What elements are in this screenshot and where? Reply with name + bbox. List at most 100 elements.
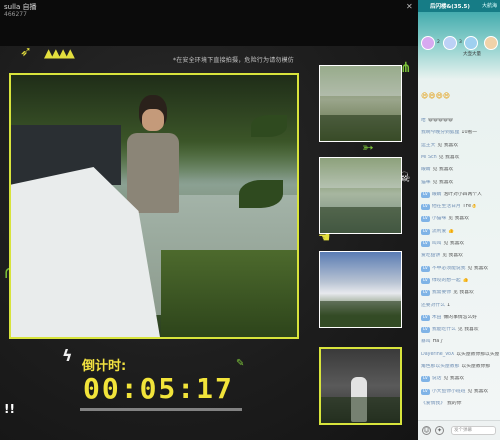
chat-username[interactable]: 叫叫: [432, 241, 442, 246]
chat-message: LV 木田 做的事情怎么好: [421, 314, 499, 321]
gift-icon[interactable]: ✦: [435, 426, 444, 435]
chat-username[interactable]: Ml Sch: [421, 155, 437, 160]
emoji-icon[interactable]: ☺: [422, 426, 431, 435]
chat-username[interactable]: 我啊今晚分到狐狸: [421, 130, 459, 135]
chat-text: TFe👌: [462, 204, 478, 210]
chat-message: LV 我能吃什么见 我喜欢: [421, 327, 499, 334]
thumbnail-feed-1[interactable]: [319, 65, 402, 142]
chat-text: 泡叶对小四两个人: [443, 191, 482, 197]
chat-text: 见 我喜欢: [467, 265, 489, 271]
chat-text: 见 我喜欢: [443, 241, 465, 246]
chat-username[interactable]: 我需要你: [432, 290, 451, 295]
arrow-green-icon: ➳: [362, 140, 374, 156]
danmaku-input[interactable]: 发个弹幕: [451, 426, 496, 435]
chat-panel: 后闪楼&(35.5) 大航海 2 3 大壶大量 😄😄😄😄 哈 😄😄😄😄😄 我啊今晚分…: [418, 0, 500, 440]
top-strip: [0, 0, 418, 46]
lightning-small-icon: ϟ: [62, 346, 73, 365]
chat-username[interactable]: 小猫咪: [432, 216, 446, 221]
chat-text: 见 我喜欢: [453, 290, 474, 296]
room-id: 466277: [4, 11, 27, 18]
countdown-underline: [80, 408, 242, 411]
thumbnail-feed-4[interactable]: [319, 347, 402, 425]
chat-message: 我啊今晚分到狐狸 10看一: [421, 130, 499, 136]
level-badge: LV: [421, 204, 430, 211]
thumbnail-feed-2[interactable]: [319, 157, 402, 234]
chat-username[interactable]: 还要对什么: [421, 303, 445, 308]
level-badge: LV: [421, 277, 430, 284]
chat-text: Ha了: [432, 339, 444, 345]
chat-username[interactable]: 运王大: [421, 143, 435, 148]
chat-text: 以头屋教你那: [461, 364, 491, 369]
chat-username[interactable]: 哈: [421, 118, 426, 123]
chat-username[interactable]: 我能吃什么: [432, 327, 456, 332]
close-icon[interactable]: ✕: [406, 2, 413, 11]
safety-notice: *在安全环境下直接拍摄，危险行为请勿模仿: [173, 57, 295, 64]
main-video-feed[interactable]: [9, 73, 299, 339]
chat-message: 眼睛见 我喜欢: [421, 167, 499, 173]
chat-username[interactable]: 爱吃甜饼: [421, 253, 440, 258]
chat-username[interactable]: Dayerine_VoX: [421, 352, 454, 357]
chat-username[interactable]: 流利爱: [432, 229, 446, 234]
live-stream-window: sulla 自播 466277 ✕ ➶ ▲▲▲▲ ϟ ⋔ ☚ ☠ ϟ ➳ ✎ !…: [0, 0, 500, 440]
chat-text: 👍: [462, 277, 469, 283]
chat-username[interactable]: 眼睛: [432, 192, 442, 197]
rank-label: 3: [459, 40, 462, 45]
level-badge: LV: [421, 216, 430, 223]
chat-message: LV 叫叫见 我喜欢: [421, 241, 499, 247]
level-badge: LV: [421, 191, 430, 198]
chat-username[interactable]: 绿咬的想一起: [432, 278, 461, 283]
chat-message: LV 小大鱼你小班班见 我喜欢: [421, 388, 499, 395]
exclaim-doodle-icon: !!: [4, 402, 15, 416]
gift-emojis: 😄😄😄😄: [421, 92, 451, 100]
chat-username[interactable]: 猫咪: [421, 180, 431, 185]
chat-username[interactable]: 他在生活日月: [432, 204, 461, 209]
thumb-ground: [320, 206, 401, 233]
chat-text: 见 我喜欢: [457, 327, 479, 333]
chat-username[interactable]: 眼睛: [421, 167, 431, 172]
thumb-ground: [320, 114, 401, 141]
thumb-sky: [320, 66, 401, 96]
chat-message: 猫咪见 我喜欢: [421, 180, 499, 186]
chat-username[interactable]: 小大鱼你小班班: [432, 389, 466, 394]
chat-text: 见 我喜欢: [443, 376, 465, 382]
rank-avatar[interactable]: [443, 36, 457, 50]
chat-text: 见 我喜欢: [432, 179, 454, 185]
thumbnail-feed-3[interactable]: [319, 251, 402, 328]
chat-message: 爱吃甜饼见 我喜欢: [421, 253, 499, 259]
chat-username[interactable]: 《爱情我》: [421, 401, 445, 406]
level-badge: LV: [421, 388, 430, 395]
chat-username[interactable]: 暴叫: [421, 339, 431, 344]
chat-text: 见 我喜欢: [448, 216, 469, 222]
person-shirt: [127, 133, 179, 213]
chat-message: Dayerine_VoX以头屋教你那以头屋教: [421, 352, 499, 358]
chat-message: LV 不中必须能说我见 我喜欢: [421, 265, 499, 272]
level-badge: LV: [421, 376, 430, 383]
thumb-ground: [320, 300, 401, 327]
chat-text: 10看一: [461, 130, 478, 136]
arrow-doodle-icon: ➶: [20, 44, 32, 60]
chat-footer: ☺ ✦ 发个弹幕: [418, 420, 500, 440]
chat-message: 角色那以头屋教那 以头屋教你那: [421, 364, 499, 370]
chat-username[interactable]: 角色那以头屋教那: [421, 364, 459, 369]
level-badge: LV: [421, 327, 430, 334]
level-badge: LV: [421, 314, 430, 321]
level-badge: LV: [421, 265, 430, 272]
scribble-icon: ✎: [236, 358, 245, 369]
fleet-link[interactable]: 大航海: [482, 2, 497, 9]
level-badge: LV: [421, 228, 430, 235]
chat-message: LV 他在生活日月 TFe👌: [421, 204, 499, 211]
level-badge: LV: [421, 241, 430, 247]
chat-message: 还要对什么 1: [421, 303, 499, 309]
chat-text: 见 我喜欢: [438, 154, 460, 160]
chat-username[interactable]: 说话: [432, 376, 442, 381]
zigzag-doodle-icon: ▲▲▲▲: [44, 46, 75, 60]
rank-avatar[interactable]: [464, 36, 478, 50]
chat-text: 见 我喜欢: [432, 167, 454, 173]
chat-text: 见 我喜欢: [442, 253, 463, 259]
rank-avatar[interactable]: [421, 36, 435, 50]
chat-text: 我的你: [447, 400, 462, 406]
chat-username[interactable]: 木田: [432, 315, 442, 320]
chat-username[interactable]: 不中必须能说我: [432, 266, 466, 271]
level-badge: LV: [421, 290, 430, 297]
rank-avatar[interactable]: [484, 36, 498, 50]
